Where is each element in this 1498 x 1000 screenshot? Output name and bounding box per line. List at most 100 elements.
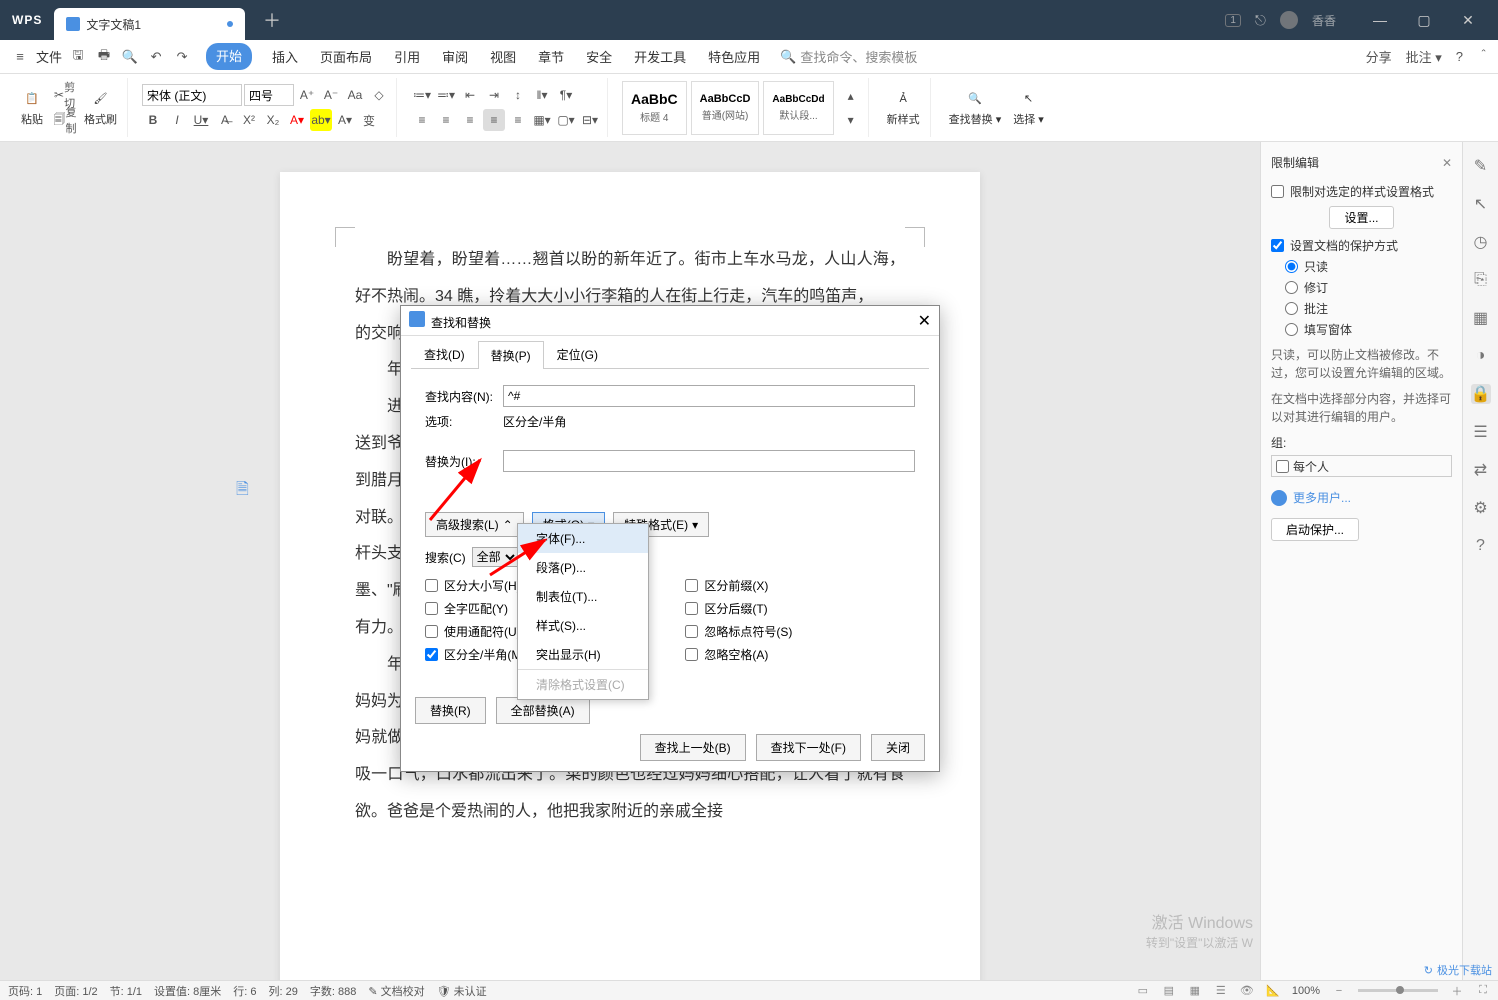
find-prev-button[interactable]: 查找上一处(B) [640,734,746,761]
file-menu[interactable]: 文件 [34,43,64,70]
grid-icon[interactable]: ▦ [1471,308,1491,328]
font-name-select[interactable] [142,84,242,106]
user-avatar-icon[interactable] [1280,11,1298,29]
annotate-button[interactable]: 批注 ▾ [1406,47,1442,66]
align-justify-icon[interactable]: ≡ [483,109,505,131]
paste-button[interactable]: 📋 粘贴 [14,89,50,127]
view-print-icon[interactable]: ▭ [1136,984,1150,998]
dialog-close-button[interactable]: 关闭 [871,734,925,761]
highlight-icon[interactable]: ab▾ [310,109,332,131]
bold-icon[interactable]: B [142,109,164,131]
strike-icon[interactable]: A̶ [214,109,236,131]
style-scroll-down-icon[interactable]: ▾ [840,109,862,131]
clear-format-icon[interactable]: ◇ [368,84,390,106]
select-button[interactable]: ↖ 选择 ▾ [1009,89,1048,127]
cut-button[interactable]: ✂ 剪切 [54,84,76,106]
minimize-button[interactable]: — [1360,5,1400,35]
phonetic-icon[interactable]: 变 [358,109,380,131]
shrink-font-icon[interactable]: A⁻ [320,84,342,106]
dialog-tab-goto[interactable]: 定位(G) [544,340,611,368]
layers-icon[interactable]: ☰ [1471,422,1491,442]
wildcards-checkbox[interactable]: 使用通配符(U) [425,623,525,640]
palette-icon[interactable]: ◑ [1471,346,1491,366]
mode-track-radio[interactable]: 修订 [1285,279,1452,296]
preview-icon[interactable]: 🔍 [118,45,142,69]
zoom-out-icon[interactable]: − [1332,984,1346,998]
zoom-in-icon[interactable]: ＋ [1450,984,1464,998]
group-everyone[interactable]: 每个人 [1271,455,1452,477]
tab-references[interactable]: 引用 [392,43,422,70]
style-heading4[interactable]: AaBbC标题 4 [622,81,687,135]
tab-developer[interactable]: 开发工具 [632,43,688,70]
redo-icon[interactable]: ↷ [170,45,194,69]
tab-security[interactable]: 安全 [584,43,614,70]
eye-icon[interactable]: 👁 [1240,984,1254,998]
find-next-button[interactable]: 查找下一处(F) [756,734,861,761]
italic-icon[interactable]: I [166,109,188,131]
format-painter-button[interactable]: 🖌 格式刷 [80,89,121,127]
collapse-ribbon-icon[interactable]: ＾ [1477,47,1490,66]
submenu-font[interactable]: 字体(F)... [518,524,648,553]
undo-icon[interactable]: ↶ [144,45,168,69]
view-read-icon[interactable]: ☰ [1214,984,1228,998]
save-icon[interactable]: 🖫 [66,45,90,69]
document-tab[interactable]: 文字文稿1 [54,8,245,40]
sb-col[interactable]: 列: 29 [269,983,298,999]
search-scope-select[interactable]: 全部 [472,547,519,567]
tab-chapters[interactable]: 章节 [536,43,566,70]
mode-form-radio[interactable]: 填写窗体 [1285,321,1452,338]
sb-proofing[interactable]: ✎ 文档校对 [368,983,424,999]
ignore-punct-checkbox[interactable]: 忽略标点符号(S) [685,623,792,640]
grow-font-icon[interactable]: A⁺ [296,84,318,106]
submenu-style[interactable]: 样式(S)... [518,611,648,640]
line-spacing-icon[interactable]: ‖▾ [531,84,553,106]
fullwidth-checkbox[interactable]: 区分全/半角(M) [425,646,525,663]
hamburger-icon[interactable]: ≡ [8,45,32,69]
lock-icon[interactable]: 🔒 [1471,384,1491,404]
styles-gallery[interactable]: AaBbC标题 4 AaBbCcD普通(网站) AaBbCcDd默认段... ▴… [616,78,869,137]
new-style-button[interactable]: Ả 新样式 [883,89,924,127]
subscript-icon[interactable]: X₂ [262,109,284,131]
style-normal-web[interactable]: AaBbCcD普通(网站) [691,81,760,135]
dialog-tab-find[interactable]: 查找(D) [411,340,478,368]
zoom-value[interactable]: 100% [1292,985,1320,997]
outdent-icon[interactable]: ⇤ [459,84,481,106]
suffix-checkbox[interactable]: 区分后缀(T) [685,600,792,617]
maximize-button[interactable]: ▢ [1404,5,1444,35]
font-color-icon[interactable]: A▾ [286,109,308,131]
char-shading-icon[interactable]: A▾ [334,109,356,131]
replace-one-button[interactable]: 替换(R) [415,697,486,724]
tab-special[interactable]: 特色应用 [706,43,762,70]
distribute-icon[interactable]: ≡ [507,109,529,131]
help-icon[interactable]: ? [1456,49,1463,64]
advanced-search-button[interactable]: 高级搜索(L) ⌃ [425,512,524,537]
new-tab-button[interactable]: ＋ [257,5,287,35]
view-outline-icon[interactable]: ▤ [1162,984,1176,998]
tab-page-layout[interactable]: 页面布局 [318,43,374,70]
panel-close-icon[interactable]: ✕ [1442,156,1452,170]
align-center-icon[interactable]: ≡ [435,109,457,131]
find-replace-button[interactable]: 🔍 查找替换 ▾ [945,89,1006,127]
gutter-insert-icon[interactable]: 🗎 [236,472,249,509]
align-left-icon[interactable]: ≡ [411,109,433,131]
mode-comment-radio[interactable]: 批注 [1285,300,1452,317]
sb-page-num[interactable]: 页码: 1 [8,983,42,999]
transfer-icon[interactable]: ⇄ [1471,460,1491,480]
set-protection-checkbox[interactable]: 设置文档的保护方式 [1271,237,1452,254]
dialog-tab-replace[interactable]: 替换(P) [478,341,544,369]
sb-offset[interactable]: 设置值: 8厘米 [154,983,221,999]
replace-input[interactable] [503,450,915,472]
show-marks-icon[interactable]: ¶▾ [555,84,577,106]
pencil-icon[interactable]: ✎ [1471,156,1491,176]
gift-icon[interactable]: ⎋ [1255,12,1266,29]
sb-pages[interactable]: 页面: 1/2 [54,983,97,999]
tab-insert[interactable]: 插入 [270,43,300,70]
settings-button[interactable]: 设置... [1329,206,1393,229]
replace-all-button[interactable]: 全部替换(A) [496,697,590,724]
superscript-icon[interactable]: X² [238,109,260,131]
sort-icon[interactable]: ↕ [507,84,529,106]
font-size-select[interactable] [244,84,294,106]
shading-icon[interactable]: ▦▾ [531,109,553,131]
zoom-slider[interactable] [1358,989,1438,992]
sb-unverified[interactable]: 🛡 未认证 [437,983,487,999]
